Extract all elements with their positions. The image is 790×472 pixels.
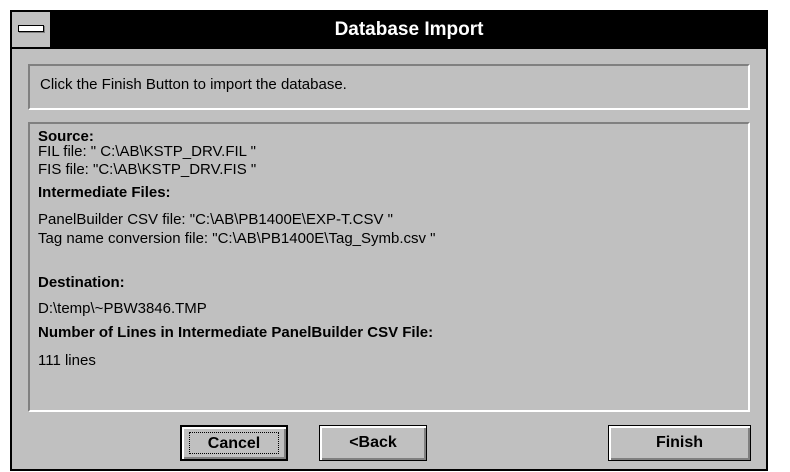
instruction-panel: Click the Finish Button to import the da… — [28, 64, 750, 110]
instruction-text: Click the Finish Button to import the da… — [40, 76, 347, 93]
back-button-label: <Back — [349, 434, 397, 451]
line-count-heading: Number of Lines in Intermediate PanelBui… — [38, 324, 434, 341]
import-info-panel: Source: FIL file: " C:\AB\KSTP_DRV.FIL "… — [28, 122, 750, 412]
destination-heading: Destination: — [38, 274, 125, 291]
cancel-button[interactable]: Cancel — [180, 425, 288, 461]
cancel-button-label: Cancel — [207, 435, 261, 452]
finish-button-label: Finish — [655, 434, 704, 451]
back-button[interactable]: <Back — [319, 425, 427, 461]
line-count-value: 111 lines — [38, 352, 96, 369]
finish-button[interactable]: Finish — [608, 425, 751, 461]
tag-conversion-file-path: Tag name conversion file: "C:\AB\PB1400E… — [38, 230, 436, 247]
destination-path: D:\temp\~PBW3846.TMP — [38, 300, 207, 317]
csv-file-path: PanelBuilder CSV file: "C:\AB\PB1400E\EX… — [38, 211, 393, 228]
window-title: Database Import — [334, 19, 484, 40]
fis-file-path: FIS file: "C:\AB\KSTP_DRV.FIS " — [38, 161, 257, 178]
system-menu-button[interactable] — [12, 12, 52, 47]
title-bar: Database Import — [12, 12, 766, 49]
database-import-dialog: Database Import Click the Finish Button … — [10, 10, 768, 471]
intermediate-files-heading: Intermediate Files: — [38, 184, 171, 201]
fil-file-path: FIL file: " C:\AB\KSTP_DRV.FIL " — [38, 143, 256, 160]
system-menu-icon — [18, 25, 44, 32]
